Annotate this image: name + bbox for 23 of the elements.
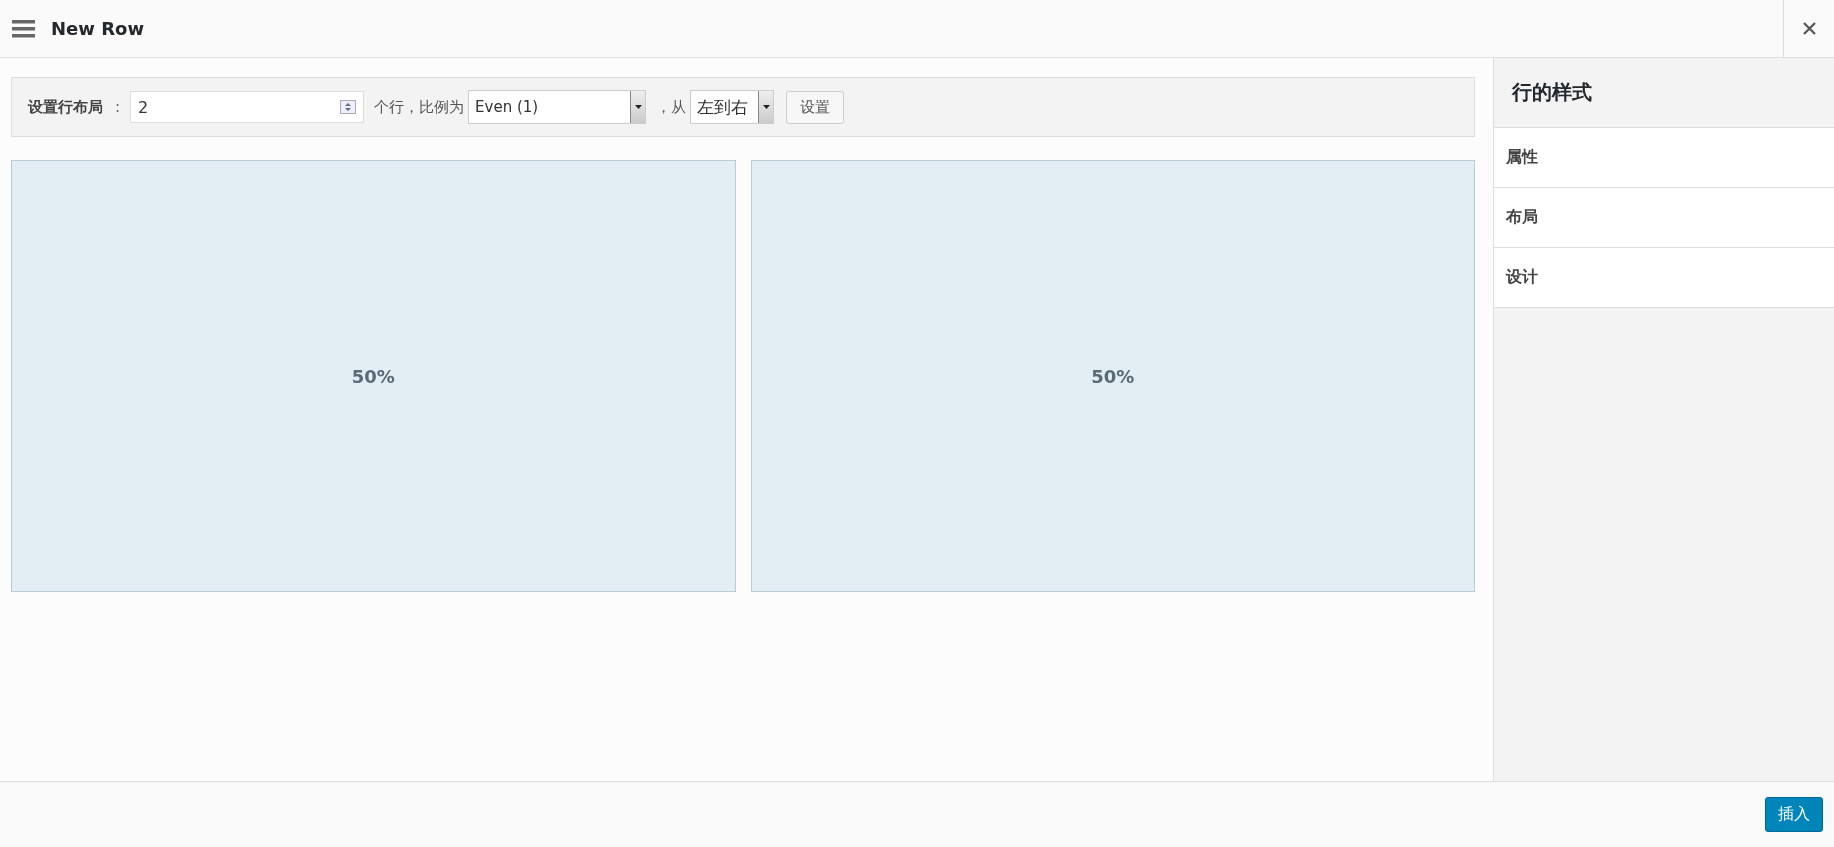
insert-button[interactable]: 插入: [1765, 797, 1823, 832]
sidebar-item[interactable]: 设计: [1494, 248, 1834, 308]
sidebar-title: 行的样式: [1512, 79, 1592, 106]
caret-icon: [634, 105, 642, 109]
column-cell[interactable]: 50%: [750, 160, 1475, 592]
column-width: 50%: [351, 365, 395, 387]
layout-label: 设置行布局: [28, 97, 103, 117]
direction-prefix: ，从: [656, 97, 687, 117]
sidebar-item[interactable]: 属性: [1494, 128, 1834, 188]
set-button[interactable]: 设置: [786, 90, 845, 124]
close-icon: [1802, 22, 1816, 35]
window-title: New Row: [51, 18, 145, 39]
sidebar-item[interactable]: 布局: [1494, 188, 1834, 248]
spinner-arrows-icon[interactable]: [340, 100, 357, 114]
caret-icon: [762, 105, 770, 109]
columns-suffix: 个行，比例为: [374, 97, 465, 117]
menu-icon[interactable]: [12, 19, 35, 38]
colon: :: [115, 98, 121, 116]
direction-dropdown[interactable]: 左到右: [690, 90, 775, 124]
ratio-dropdown[interactable]: Even (1): [468, 90, 647, 124]
column-cell[interactable]: 50%: [11, 160, 736, 592]
columns-spinner[interactable]: 2: [130, 91, 365, 123]
column-width: 50%: [1091, 365, 1135, 387]
